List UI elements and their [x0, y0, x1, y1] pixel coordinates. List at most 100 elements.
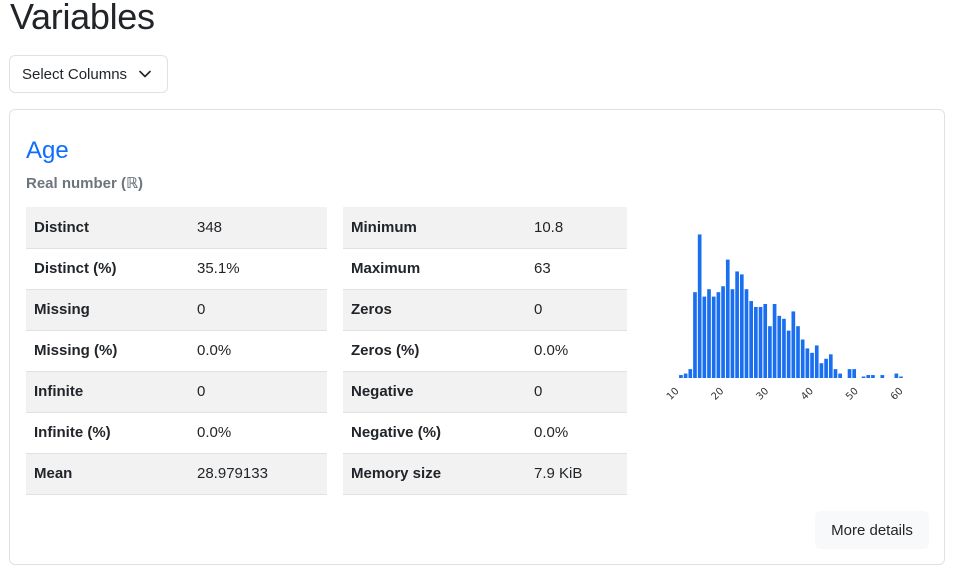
stats-row: Negative 0	[343, 371, 627, 413]
histogram-bar	[707, 289, 711, 378]
stats-row: Zeros 0	[343, 289, 627, 331]
stat-value: 0.0%	[189, 412, 327, 454]
histogram-bar	[777, 315, 782, 378]
more-details-button[interactable]: More details	[815, 511, 929, 549]
stat-label: Infinite (%)	[26, 412, 189, 454]
variable-type: Real number (ℝ)	[26, 175, 144, 192]
histogram-chart: 10 20 30 40 50 60	[665, 234, 906, 403]
x-tick-label: 10	[665, 386, 682, 403]
stats-row: Distinct (%) 35.1%	[26, 248, 327, 290]
stats-table-left: Distinct 348 Distinct (%) 35.1% Missing 0 Miss…	[26, 207, 327, 495]
histogram-bar	[693, 292, 697, 378]
x-tick-label: 20	[710, 386, 727, 403]
x-tick-label: 30	[754, 386, 771, 403]
histogram-bar	[786, 330, 791, 378]
histogram-bar	[697, 234, 702, 378]
histogram-bar	[716, 292, 721, 378]
variable-name-link[interactable]: Age	[26, 137, 69, 165]
stats-row: Infinite 0	[26, 371, 327, 413]
histogram-bar	[725, 259, 730, 378]
histogram-bar	[739, 274, 744, 378]
stat-label: Infinite	[26, 371, 189, 413]
histogram-bar	[796, 326, 800, 378]
histogram-bar	[828, 354, 833, 378]
histogram-bar	[800, 339, 805, 378]
stat-value: 0.0%	[526, 412, 627, 454]
select-columns-dropdown[interactable]: Select Columns	[9, 55, 168, 93]
histogram-bar	[880, 375, 885, 378]
stat-label: Distinct (%)	[26, 248, 189, 290]
histogram-bar	[805, 348, 810, 378]
stats-row: Negative (%) 0.0%	[343, 412, 627, 454]
stat-label: Missing	[26, 289, 189, 331]
stat-value: 0	[526, 289, 627, 331]
histogram-bar	[894, 373, 899, 378]
stat-value: 0	[189, 371, 327, 413]
stat-value: 0	[526, 371, 627, 413]
stat-value: 28.979133	[189, 453, 327, 495]
histogram-bar	[861, 376, 866, 378]
stat-value: 0	[189, 289, 327, 331]
stats-row: Mean 28.979133	[26, 453, 327, 495]
stat-value: 10.8	[526, 207, 627, 249]
stats-row: Zeros (%) 0.0%	[343, 330, 627, 372]
x-tick-label: 40	[799, 386, 816, 403]
histogram-bar	[721, 286, 725, 378]
stat-value: 35.1%	[189, 248, 327, 290]
variable-card: Age Real number (ℝ) Distinct 348 Distinct …	[9, 109, 945, 565]
histogram-bar	[847, 369, 852, 378]
histogram-bar	[735, 271, 739, 378]
histogram-bar	[899, 376, 903, 378]
stat-value: 63	[526, 248, 627, 290]
histogram-bar	[772, 304, 777, 378]
histogram-bar	[833, 369, 838, 378]
chevron-down-icon	[139, 70, 151, 78]
page-title: Variables	[10, 0, 155, 37]
histogram-bar	[810, 352, 814, 378]
stat-label: Zeros	[343, 289, 526, 331]
stat-label: Distinct	[26, 207, 189, 249]
histogram-bar	[730, 289, 735, 378]
histogram-bar	[683, 373, 688, 378]
x-tick-label: 60	[889, 386, 906, 403]
histogram-bar	[679, 375, 683, 378]
stats-row: Infinite (%) 0.0%	[26, 412, 327, 454]
histogram-bar	[871, 375, 875, 378]
stats-row: Minimum 10.8	[343, 207, 627, 249]
histogram-bar	[819, 363, 824, 378]
histogram-bar	[754, 306, 758, 378]
histogram-bar	[852, 369, 857, 378]
stat-label: Mean	[26, 453, 189, 495]
histogram-bar	[749, 301, 754, 378]
histogram-bar	[702, 296, 707, 378]
histogram-bar	[838, 373, 842, 378]
histogram-bar	[814, 345, 819, 378]
histogram-bar	[824, 358, 828, 378]
stat-label: Missing (%)	[26, 330, 189, 372]
stat-label: Memory size	[343, 453, 526, 495]
histogram-bar	[763, 304, 768, 378]
histogram-bar	[688, 369, 693, 378]
stat-value: 348	[189, 207, 327, 249]
x-tick-label: 50	[844, 386, 861, 403]
stat-label: Negative	[343, 371, 526, 413]
stat-value: 0.0%	[526, 330, 627, 372]
stat-value: 0.0%	[189, 330, 327, 372]
stat-value: 7.9 KiB	[526, 453, 627, 495]
histogram-bar	[782, 318, 786, 378]
stat-label: Minimum	[343, 207, 526, 249]
stats-row: Maximum 63	[343, 248, 627, 290]
histogram-bar	[791, 311, 796, 378]
stats-row: Missing 0	[26, 289, 327, 331]
histogram-bar	[711, 296, 716, 378]
stats-table-right: Minimum 10.8 Maximum 63 Zeros 0 Zeros (%) 0.0% N…	[343, 207, 627, 495]
histogram-bar	[866, 375, 871, 378]
histogram-bar	[768, 326, 772, 378]
histogram-bar	[758, 306, 763, 378]
histogram-bar	[744, 289, 749, 378]
stat-label: Maximum	[343, 248, 526, 290]
stats-row: Missing (%) 0.0%	[26, 330, 327, 372]
stats-row: Memory size 7.9 KiB	[343, 453, 627, 495]
select-columns-label: Select Columns	[22, 65, 128, 83]
stats-row: Distinct 348	[26, 207, 327, 249]
